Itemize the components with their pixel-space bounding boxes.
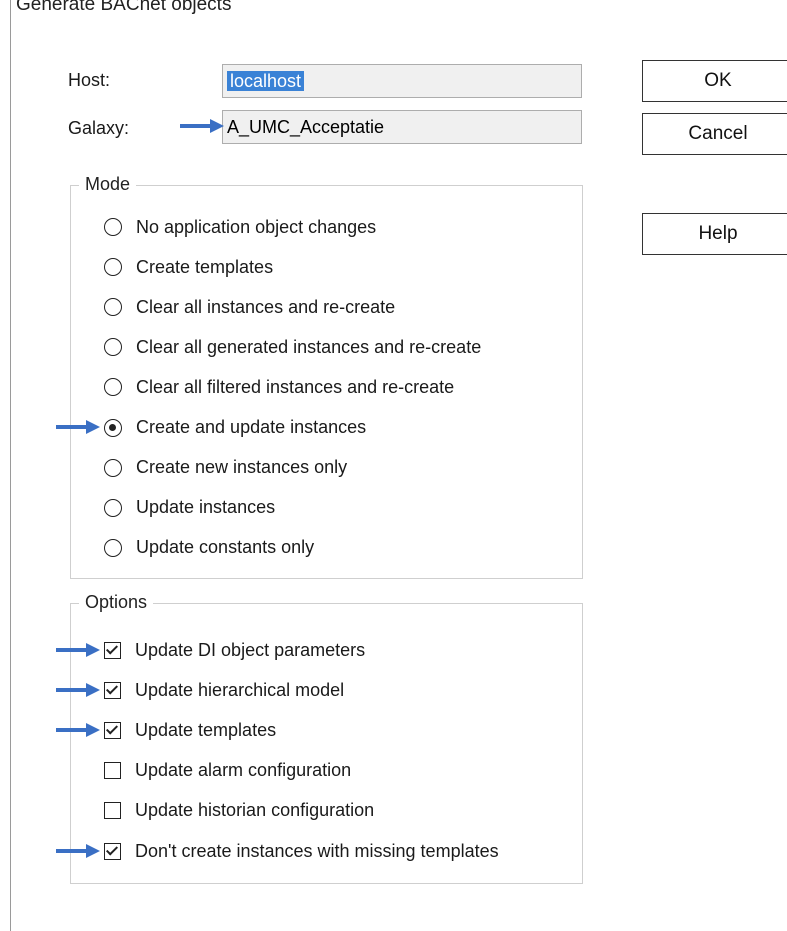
option-checkbox-3[interactable]: Update templates — [104, 715, 276, 745]
mode-option-label: Clear all instances and re-create — [136, 296, 396, 317]
option-label: Update templates — [135, 719, 277, 740]
window-left-border — [10, 0, 11, 931]
host-input[interactable]: localhost — [222, 64, 582, 98]
mode-option-label: Clear all filtered instances and re-crea… — [136, 376, 455, 397]
mode-option-label: Update instances — [136, 497, 276, 518]
galaxy-label: Galaxy: — [68, 118, 130, 138]
mode-option-label: No application object changes — [136, 216, 377, 237]
radio-selected-icon[interactable] — [104, 418, 122, 437]
radio-icon[interactable] — [104, 338, 122, 357]
checkbox-icon[interactable] — [104, 762, 121, 780]
radio-icon[interactable] — [104, 258, 122, 277]
option-label: Update DI object parameters — [135, 639, 366, 660]
radio-icon[interactable] — [104, 458, 122, 477]
options-legend: Options — [79, 592, 154, 613]
mode-option-7[interactable]: Create new instances only — [104, 453, 347, 483]
arrow-icon-option-6 — [56, 844, 100, 858]
checkbox-checked-icon[interactable] — [104, 842, 121, 860]
option-checkbox-2[interactable]: Update hierarchical model — [104, 675, 344, 705]
arrow-icon-option-2 — [56, 683, 100, 697]
option-checkbox-1[interactable]: Update DI object parameters — [104, 635, 365, 665]
option-label: Update alarm configuration — [135, 760, 352, 781]
radio-icon[interactable] — [104, 498, 122, 517]
option-checkbox-6[interactable]: Don't create instances with missing temp… — [104, 836, 499, 866]
mode-option-label: Create new instances only — [136, 457, 348, 478]
ok-button[interactable]: OK — [642, 60, 787, 102]
mode-option-label: Clear all generated instances and re-cre… — [136, 336, 482, 357]
mode-option-3[interactable]: Clear all instances and re-create — [104, 292, 395, 322]
mode-option-9[interactable]: Update constants only — [104, 533, 314, 563]
mode-option-5[interactable]: Clear all filtered instances and re-crea… — [104, 372, 454, 402]
radio-icon[interactable] — [104, 218, 122, 236]
mode-legend: Mode — [79, 174, 137, 195]
arrow-icon-galaxy — [180, 119, 224, 133]
checkbox-checked-icon[interactable] — [104, 721, 121, 739]
arrow-icon-option-3 — [56, 723, 100, 737]
host-value-selected: localhost — [227, 71, 305, 91]
dialog-title: Generate BACnet objects — [16, 0, 232, 15]
host-label: Host: — [68, 70, 111, 90]
option-checkbox-5[interactable]: Update historian configuration — [104, 796, 374, 826]
radio-icon[interactable] — [104, 298, 122, 317]
mode-option-label: Update constants only — [136, 537, 315, 558]
checkbox-checked-icon[interactable] — [104, 641, 121, 659]
radio-icon[interactable] — [104, 378, 122, 397]
arrow-icon-mode-selected — [56, 420, 100, 434]
radio-icon[interactable] — [104, 538, 122, 557]
mode-option-label: Create templates — [136, 256, 274, 277]
option-label: Don't create instances with missing temp… — [135, 840, 499, 861]
mode-option-label: Create and update instances — [136, 417, 367, 437]
mode-option-1[interactable]: No application object changes — [104, 212, 376, 242]
galaxy-value: A_UMC_Acceptatie — [227, 117, 385, 137]
checkbox-checked-icon[interactable] — [104, 681, 121, 699]
galaxy-input[interactable]: A_UMC_Acceptatie — [222, 110, 582, 144]
option-label: Update historian configuration — [135, 800, 375, 821]
option-label: Update hierarchical model — [135, 679, 345, 700]
checkbox-icon[interactable] — [104, 802, 121, 820]
mode-option-6[interactable]: Create and update instances — [104, 413, 366, 443]
mode-option-8[interactable]: Update instances — [104, 493, 275, 523]
help-button[interactable]: Help — [642, 213, 787, 255]
mode-option-2[interactable]: Create templates — [104, 252, 273, 282]
arrow-icon-option-1 — [56, 643, 100, 657]
mode-option-4[interactable]: Clear all generated instances and re-cre… — [104, 332, 481, 362]
option-checkbox-4[interactable]: Update alarm configuration — [104, 756, 351, 786]
cancel-button[interactable]: Cancel — [642, 113, 787, 155]
